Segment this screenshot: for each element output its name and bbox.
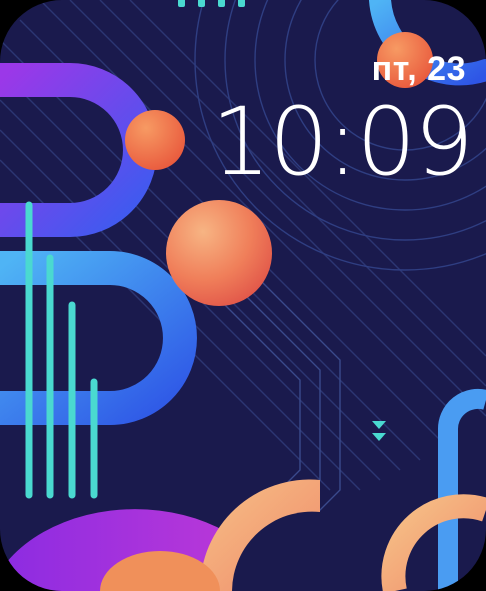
page-indicator-icon (178, 0, 245, 7)
time-display[interactable]: 10:09 (211, 96, 474, 190)
chevron-down-icon[interactable] (369, 418, 389, 448)
watch-screen[interactable]: пт, 23 10:09 (0, 0, 486, 591)
date-label[interactable]: пт, 23 (372, 50, 466, 89)
